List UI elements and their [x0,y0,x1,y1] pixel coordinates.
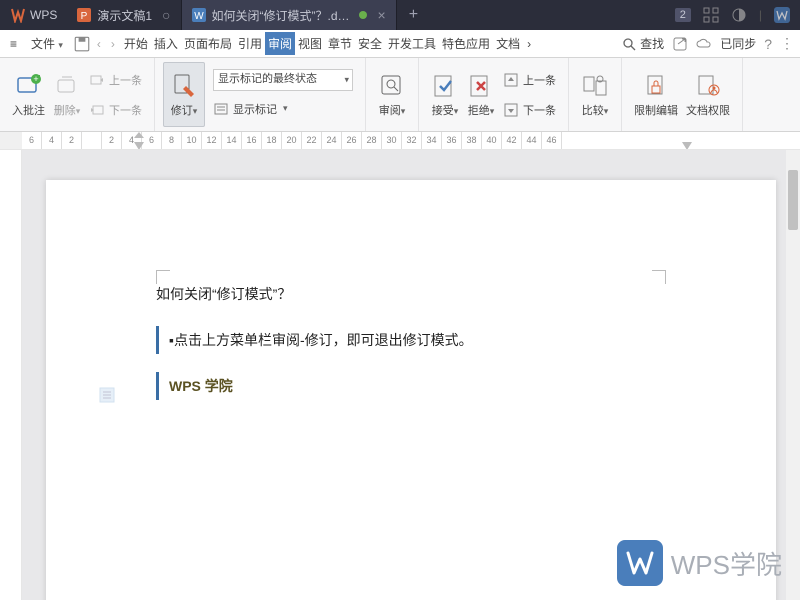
app-name: WPS [30,8,57,22]
next-icon [89,102,105,118]
menu-bar: ≡ 文件 ▾ ‹ › 开始 插入 页面布局 引用 审阅 视图 章节 安全 开发工… [0,30,800,58]
prev-icon [89,72,105,88]
title-bar: WPS P 演示文稿1 ○ W 如何关闭“修订模式”？.docx × + 2 | [0,0,800,30]
more-icon[interactable]: ⋮ [780,35,794,52]
workspace: 如何关闭“修订模式”？ ▪点击上方菜单栏审阅-修订，即可退出修订模式。 WPS … [0,150,800,600]
accept-icon [431,72,459,100]
doc-title-text[interactable]: 如何关闭“修订模式”？ [156,280,666,308]
revise-button[interactable]: 修订▾ [163,62,205,127]
svg-text:+: + [33,74,38,84]
menu-overflow[interactable]: › [523,37,535,51]
markup-icon [213,101,229,117]
vertical-ruler[interactable] [0,150,22,600]
tab-reference[interactable]: 引用 [235,32,265,55]
wps-watermark-icon [617,540,663,586]
tab-chapter[interactable]: 章节 [325,32,355,55]
menu-tabs: 开始 插入 页面布局 引用 审阅 视图 章节 安全 开发工具 特色应用 文档 › [121,32,535,55]
wps-logo-icon [10,7,26,23]
nav-fwd[interactable]: › [107,37,119,51]
close-icon[interactable]: ○ [162,7,170,23]
review-pane-button[interactable]: 审阅▾ [374,62,410,127]
close-icon[interactable]: × [378,7,386,23]
share-icon[interactable] [672,36,688,52]
reject-icon [467,72,495,100]
tab-layout[interactable]: 页面布局 [181,32,235,55]
titlebar-right: 2 | [675,7,800,23]
delete-icon [53,72,81,100]
prev-change-button[interactable]: 上一条 [503,68,556,92]
compare-icon [581,72,609,100]
down-arrow-icon [503,102,519,118]
save-icon[interactable] [73,35,91,53]
lock-icon [642,72,670,100]
tab-security[interactable]: 安全 [355,32,385,55]
svg-text:W: W [194,11,204,22]
canvas-area[interactable]: 如何关闭“修订模式”？ ▪点击上方菜单栏审阅-修订，即可退出修订模式。 WPS … [22,150,800,600]
wps-watermark: WPS学院 [617,540,782,586]
insert-annotation-button[interactable]: + 入批注 [8,62,49,127]
svg-text:P: P [81,11,88,22]
revise-icon [170,72,198,100]
indent-marker-icon[interactable] [134,132,144,149]
cloud-icon[interactable] [696,36,712,52]
tab-label: 如何关闭“修订模式”？.docx [212,7,352,24]
tab-doc[interactable]: 文档 [493,32,523,55]
doc-permission-button[interactable]: 文档权限 [682,62,734,127]
accept-button[interactable]: 接受▾ [427,62,463,127]
permission-icon [694,72,722,100]
file-menu[interactable]: 文件 ▾ [23,33,71,54]
document-page[interactable]: 如何关闭“修订模式”？ ▪点击上方菜单栏审阅-修订，即可退出修订模式。 WPS … [46,180,776,600]
search-icon [622,37,636,51]
doc-bullet-text[interactable]: ▪点击上方菜单栏审阅-修订，即可退出修订模式。 [156,326,666,354]
prev-annotation-button[interactable]: 上一条 [89,68,142,92]
up-arrow-icon [503,72,519,88]
annotation-icon: + [15,72,43,100]
watermark-text: WPS学院 [671,545,782,582]
vertical-scrollbar[interactable] [786,150,800,600]
search-label: 查找 [640,35,664,52]
search-button[interactable]: 查找 [622,35,664,52]
doc-bold-text[interactable]: WPS 学院 [156,372,666,400]
tab-devtools[interactable]: 开发工具 [385,32,439,55]
right-indent-marker-icon[interactable] [682,132,692,149]
synced-label: 已同步 [720,35,756,52]
ruler-area: 6422468101214161820222426283032343638404… [0,132,800,150]
tab-label: 演示文稿1 [97,7,152,24]
reject-button[interactable]: 拒绝▾ [463,62,499,127]
tab-view[interactable]: 视图 [295,32,325,55]
toolbar-ribbon: + 入批注 删除▾ 上一条 下一条 修订▾ 显示标记的最终状态 ▾ 显示标记▾ … [0,58,800,132]
presentation-icon: P [77,8,91,22]
wps-logo: WPS [0,7,67,23]
word-doc-icon: W [192,8,206,22]
grid-icon[interactable] [703,7,719,23]
show-markup-button[interactable]: 显示标记▾ [213,97,288,121]
nav-back[interactable]: ‹ [93,37,105,51]
menu-hamburger[interactable]: ≡ [6,35,21,53]
saved-icon [358,10,368,20]
titlebar-divider: | [759,8,762,22]
tab-special[interactable]: 特色应用 [439,32,493,55]
compare-button[interactable]: 比较▾ [577,62,613,127]
tab-review[interactable]: 审阅 [265,32,295,55]
theme-icon[interactable] [731,7,747,23]
review-pane-icon [378,72,406,100]
margin-corner-tl [156,270,170,284]
next-change-button[interactable]: 下一条 [503,98,556,122]
tab-insert[interactable]: 插入 [151,32,181,55]
tab-start[interactable]: 开始 [121,32,151,55]
wps-account-icon[interactable] [774,7,790,23]
page-gutter-icon[interactable] [98,386,116,404]
tab-presentation[interactable]: P 演示文稿1 ○ [67,0,181,30]
display-state-select[interactable]: 显示标记的最终状态 ▾ [213,69,353,91]
scrollbar-thumb[interactable] [788,170,798,230]
tab-document[interactable]: W 如何关闭“修订模式”？.docx × [182,0,397,30]
margin-corner-tr [652,270,666,284]
next-annotation-button[interactable]: 下一条 [89,98,142,122]
tab-count-badge[interactable]: 2 [675,8,691,22]
new-tab-button[interactable]: + [397,6,430,24]
help-icon[interactable]: ? [764,36,772,52]
restrict-edit-button[interactable]: 限制编辑 [630,62,682,127]
horizontal-ruler[interactable]: 6422468101214161820222426283032343638404… [22,132,800,149]
delete-annotation-button[interactable]: 删除▾ [49,62,85,127]
